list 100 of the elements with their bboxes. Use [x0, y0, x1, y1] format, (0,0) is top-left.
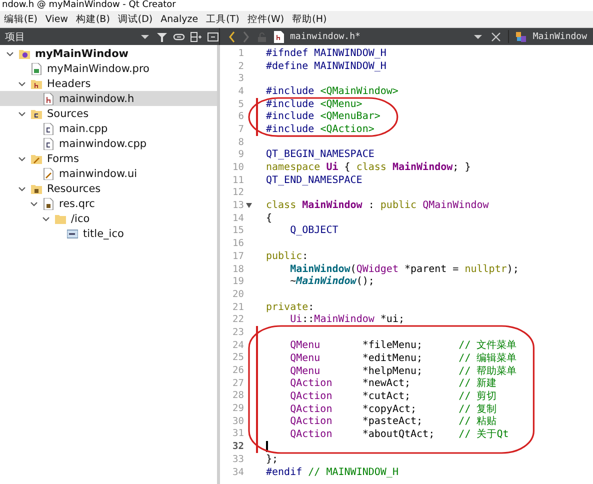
code-line: QAction *pasteAct; // 粘贴	[289, 414, 497, 428]
line-number: 9	[237, 149, 244, 160]
line-number: 5	[237, 98, 244, 110]
close-icon[interactable]	[490, 30, 502, 42]
line-number: 21	[232, 302, 244, 313]
line-number: 24	[232, 340, 244, 351]
menu-item[interactable]: 编辑(E)	[0, 12, 42, 26]
tree-item[interactable]: Forms	[0, 151, 217, 166]
code-line: QMenu *fileMenu; // 文件菜单	[289, 338, 517, 352]
tree-item[interactable]: myMainWindow.pro	[0, 61, 217, 76]
code-line: private:	[266, 302, 314, 313]
folder-icon	[31, 182, 42, 194]
menu-item[interactable]: 工具(T)	[202, 12, 244, 26]
tree-item[interactable]: title_ico	[0, 226, 217, 241]
line-number: 19	[232, 276, 244, 288]
line-number: 34	[232, 466, 244, 478]
folder-icon	[31, 78, 42, 90]
code-line: QAction *cutAct; // 剪切	[289, 390, 497, 403]
close-pane-icon[interactable]	[207, 30, 219, 42]
code-line: QMenu *editMenu; // 编辑菜单	[289, 352, 517, 365]
line-number: 33	[232, 454, 244, 465]
image-file-icon	[67, 228, 78, 240]
header-file-icon	[274, 30, 284, 42]
folder-icon	[31, 108, 42, 120]
split-icon[interactable]	[190, 30, 202, 42]
fold-arrow-icon[interactable]	[246, 203, 252, 208]
line-number: 1	[237, 48, 244, 59]
code-line: Ui::MainWindow *ui;	[289, 314, 404, 326]
menu-item[interactable]: View	[41, 14, 72, 24]
menu-item[interactable]: 控件(W)	[243, 12, 288, 26]
line-number: 3	[237, 73, 244, 84]
line-number: 28	[232, 390, 244, 402]
tree-item[interactable]: mainwindow.cpp	[0, 136, 217, 151]
panel-title: 项目	[5, 30, 25, 44]
line-number: 29	[232, 403, 244, 414]
line-number: 20	[232, 288, 244, 300]
line-number: 15	[232, 225, 244, 236]
code-line: ~MainWindow();	[289, 276, 374, 288]
folder-icon	[55, 212, 66, 224]
code-line: class MainWindow : public QMainWindow	[266, 200, 489, 212]
line-number: 11	[232, 174, 244, 186]
tree-item[interactable]: res.qrc	[0, 196, 217, 211]
tree-item[interactable]: /ico	[0, 211, 217, 226]
code-line: QT_BEGIN_NAMESPACE	[266, 149, 374, 160]
code-line: QAction *newAct; // 新建	[289, 376, 497, 390]
source-file-icon	[43, 122, 54, 134]
filter-icon[interactable]	[156, 30, 168, 42]
line-number: 23	[232, 326, 244, 338]
tree-item[interactable]: mainwindow.ui	[0, 166, 217, 181]
code-line: #include <QAction>	[266, 124, 374, 135]
line-number: 26	[232, 365, 244, 376]
menu-item[interactable]: 调试(D)	[114, 12, 157, 26]
code-line: #include <QMainWindow>	[266, 86, 398, 97]
code-line: #define MAINWINDOW_H	[266, 60, 386, 72]
line-number: 10	[232, 162, 244, 174]
line-number: 8	[237, 136, 244, 148]
line-number: 7	[237, 124, 244, 135]
line-number: 17	[232, 250, 244, 262]
menu-item[interactable]: Analyze	[156, 14, 202, 24]
line-number: 12	[232, 187, 244, 198]
line-number: 30	[232, 416, 244, 427]
code-line: QAction *copyAct; // 复制	[289, 402, 497, 416]
resource-file-icon	[43, 198, 54, 210]
line-number: 6	[237, 111, 244, 122]
line-number: 14	[232, 212, 244, 224]
code-line: QT_END_NAMESPACE	[266, 174, 362, 186]
symbol-selector[interactable]: MainWindow	[532, 32, 593, 42]
line-number: 4	[237, 86, 244, 97]
class-icon	[514, 30, 527, 42]
code-line: QMenu *helpMenu; // 帮助菜单	[289, 364, 517, 378]
tree-item[interactable]: myMainWindow	[0, 46, 217, 61]
tree-item[interactable]: Resources	[0, 181, 217, 196]
form-file-icon	[43, 168, 54, 180]
text-cursor	[266, 441, 268, 452]
source-file-icon	[43, 138, 54, 150]
tree-item[interactable]: Headers	[0, 76, 217, 91]
tree-item[interactable]: mainwindow.h	[0, 91, 217, 106]
folder-icon	[31, 152, 42, 164]
code-line: #include <QMenu>	[266, 98, 362, 110]
menu-item[interactable]: 帮助(H)	[288, 12, 331, 26]
code-line: public:	[266, 250, 308, 262]
line-number: 18	[232, 264, 244, 275]
line-number: 13	[232, 200, 244, 212]
file-tab[interactable]: mainwindow.h*	[290, 32, 360, 42]
tree-item[interactable]: main.cpp	[0, 121, 217, 136]
line-number: 32	[232, 441, 244, 452]
line-number: 22	[232, 314, 244, 326]
menu-item[interactable]: 构建(B)	[72, 12, 114, 26]
code-line: {	[266, 212, 272, 224]
line-number: 27	[232, 378, 244, 389]
line-number: 25	[232, 352, 244, 364]
project-icon	[19, 48, 30, 60]
tree-item[interactable]: Sources	[0, 106, 217, 121]
code-line: QAction *aboutQtAct; // 关于Qt	[289, 428, 509, 441]
code-line: };	[266, 454, 278, 465]
code-line: #include <QMenuBar>	[266, 111, 380, 122]
code-line: Q_OBJECT	[289, 225, 338, 236]
window-title: ndow.h @ myMainWindow - Qt Creator	[1, 0, 176, 11]
code-line: #ifndef MAINWINDOW_H	[266, 48, 386, 59]
code-line: #endif // MAINWINDOW_H	[266, 466, 398, 478]
